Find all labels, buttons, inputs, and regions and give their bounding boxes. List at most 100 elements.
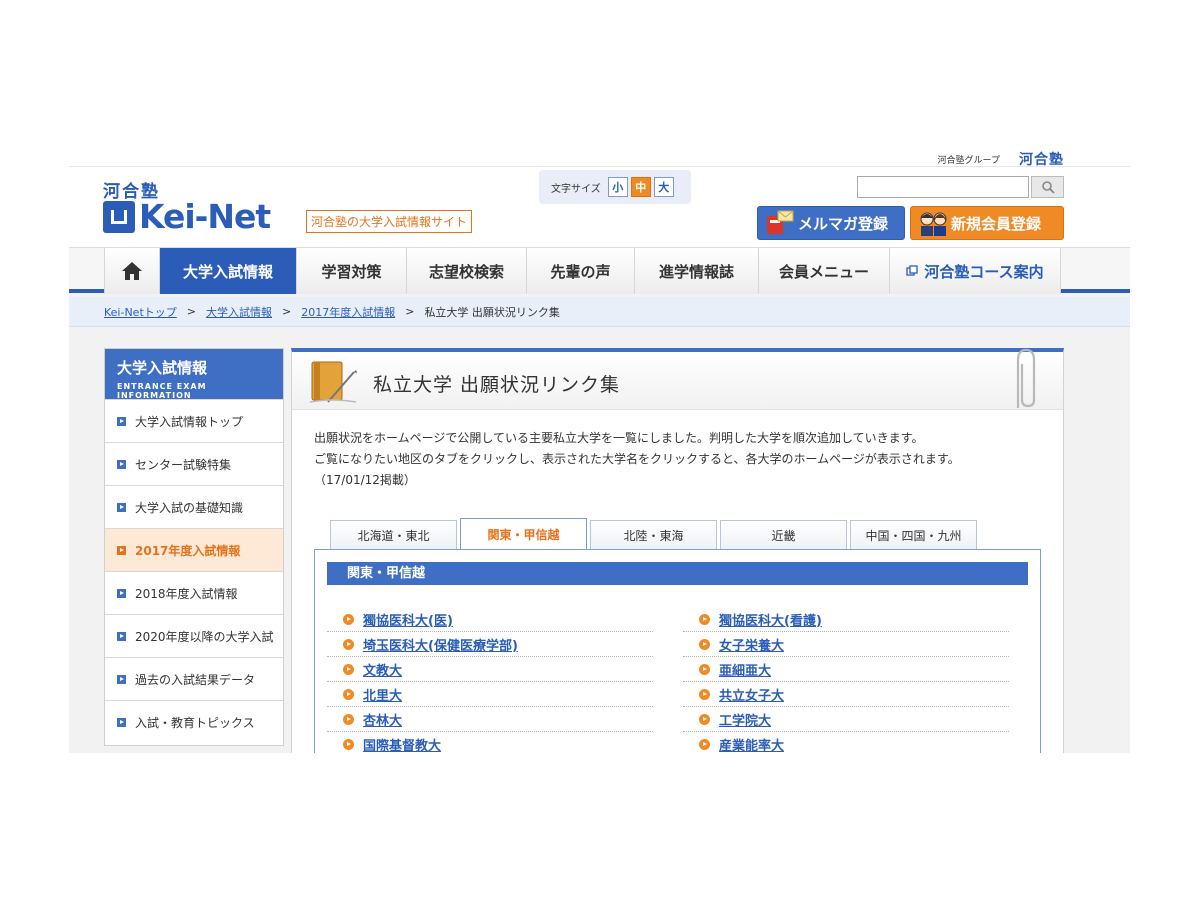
university-link[interactable]: 工学院大 (719, 710, 771, 729)
list-item: 埼玉医科大(保健医療学部) (327, 632, 653, 657)
tab-hokuriku-tokai[interactable]: 北陸・東海 (590, 520, 717, 550)
list-item: 女子栄養大 (683, 632, 1009, 657)
nav-entrance-exam[interactable]: 大学入試情報 (160, 248, 297, 294)
nav-home[interactable] (104, 248, 160, 294)
nav-school-search[interactable]: 志望校検索 (407, 248, 527, 294)
nav-study[interactable]: 学習対策 (297, 248, 407, 294)
university-link[interactable]: 杏林大 (363, 710, 402, 729)
logo-text: Kei-Net (139, 197, 271, 236)
sidebar-item-label: 2017年度入試情報 (135, 543, 241, 558)
sidebar-item-2017[interactable]: 2017年度入試情報 (105, 528, 283, 571)
university-link[interactable]: 埼玉医科大(保健医療学部) (363, 635, 518, 654)
sidebar-item-top[interactable]: 大学入試情報トップ (105, 399, 283, 442)
nav-magazine[interactable]: 進学情報誌 (635, 248, 759, 294)
font-size-medium-button[interactable]: 中 (630, 177, 651, 197)
search-input[interactable] (857, 176, 1029, 198)
university-link[interactable]: 共立女子大 (719, 685, 784, 704)
list-item: 亜細亜大 (683, 657, 1009, 682)
font-size-label: 文字サイズ (551, 183, 601, 195)
breadcrumb: Kei-Netトップ > 大学入試情報 > 2017年度入試情報 > 私立大学 … (69, 297, 1130, 327)
chevron-right-icon: > (282, 305, 292, 318)
university-list-left: 獨協医科大(医) 埼玉医科大(保健医療学部) 文教大 北里大 杏林大 国際基督教… (327, 607, 653, 753)
book-icon (309, 361, 357, 403)
tab-chugoku-shikoku-kyushu[interactable]: 中国・四国・九州 (850, 520, 977, 550)
external-window-icon (906, 265, 919, 276)
sidebar-item-label: 過去の入試結果データ (135, 672, 256, 687)
nav-course-label: 河合塾コース案内 (924, 262, 1044, 281)
university-link[interactable]: 亜細亜大 (719, 660, 771, 679)
font-size-small-button[interactable]: 小 (607, 177, 628, 197)
university-link[interactable]: 文教大 (363, 660, 402, 679)
arrow-circle-icon (343, 613, 354, 625)
students-icon (915, 209, 951, 237)
top-strip: 河合塾グループ 河合塾 (69, 147, 1130, 169)
site-header: 河合塾 Kei-Net 河合塾の大学入試情報サイト 文字サイズ 小 中 大 メル… (69, 167, 1130, 247)
intro-line: 出願状況をホームページで公開している主要私立大学を一覧にしました。判明した大学を… (314, 431, 924, 445)
chevron-right-icon: > (186, 305, 196, 318)
sidebar-item-past-data[interactable]: 過去の入試結果データ (105, 657, 283, 700)
sidebar-item-2020[interactable]: 2020年度以降の大学入試 (105, 614, 283, 657)
sidebar-subtitle: ENTRANCE EXAM INFORMATION (117, 382, 207, 400)
sidebar-item-label: 2020年度以降の大学入試 (135, 629, 274, 644)
list-item: 文教大 (327, 657, 653, 682)
panel-title: 関東・甲信越 (327, 562, 1028, 585)
global-nav: 大学入試情報 学習対策 志望校検索 先輩の声 進学情報誌 会員メニュー 河合塾コ… (69, 247, 1130, 294)
sidebar-item-2018[interactable]: 2018年度入試情報 (105, 571, 283, 614)
list-item: 工学院大 (683, 707, 1009, 732)
new-member-button[interactable]: 新規会員登録 (910, 206, 1064, 240)
list-item: 北里大 (327, 682, 653, 707)
sidebar-item-center-exam[interactable]: センター試験特集 (105, 442, 283, 485)
mail-magazine-button[interactable]: メルマガ登録 (757, 206, 905, 240)
sidebar-item-label: センター試験特集 (135, 457, 232, 472)
list-item: 獨協医科大(看護) (683, 607, 1009, 632)
list-item: 国際基督教大 (327, 732, 653, 753)
university-link[interactable]: 女子栄養大 (719, 635, 784, 654)
arrow-circle-icon (699, 738, 710, 750)
tab-hokkaido-tohoku[interactable]: 北海道・東北 (330, 520, 457, 550)
university-link[interactable]: 国際基督教大 (363, 735, 441, 754)
page-title-bar: 私立大学 出願状況リンク集 (292, 348, 1063, 410)
arrow-circle-icon (343, 688, 354, 700)
search-button[interactable] (1031, 176, 1064, 198)
university-link[interactable]: 北里大 (363, 685, 402, 704)
sidebar-item-label: 大学入試の基礎知識 (135, 500, 244, 515)
list-item: 共立女子大 (683, 682, 1009, 707)
sidebar-item-label: 大学入試情報トップ (135, 414, 244, 429)
arrow-bullet-icon (117, 502, 126, 512)
kei-net-logo[interactable]: Kei-Net (103, 197, 271, 236)
arrow-circle-icon (343, 713, 354, 725)
page-title: 私立大学 出願状況リンク集 (373, 374, 621, 396)
arrow-circle-icon (699, 638, 710, 650)
group-logo-link[interactable]: 河合塾 (1019, 149, 1064, 169)
new-member-label: 新規会員登録 (951, 214, 1042, 233)
font-size-large-button[interactable]: 大 (653, 177, 674, 197)
chevron-right-icon: > (405, 305, 415, 318)
tab-kinki[interactable]: 近畿 (720, 520, 847, 550)
nav-member-menu[interactable]: 会員メニュー (759, 248, 890, 294)
sidebar-item-topics[interactable]: 入試・教育トピックス (105, 700, 283, 743)
arrow-circle-icon (343, 738, 354, 750)
university-link[interactable]: 産業能率大 (719, 735, 784, 754)
university-link[interactable]: 獨協医科大(医) (363, 610, 453, 629)
tab-kanto-koshinetsu[interactable]: 関東・甲信越 (460, 518, 587, 550)
search-icon (1041, 181, 1055, 194)
nav-course-guide[interactable]: 河合塾コース案内 (890, 248, 1061, 294)
logo-mark-icon (103, 201, 135, 233)
breadcrumb-link[interactable]: 大学入試情報 (206, 304, 272, 320)
mail-magazine-label: メルマガ登録 (798, 214, 889, 233)
breadcrumb-link[interactable]: Kei-Netトップ (104, 304, 177, 320)
mailbox-icon (762, 209, 798, 237)
list-item: 獨協医科大(医) (327, 607, 653, 632)
region-panel: 関東・甲信越 獨協医科大(医) 埼玉医科大(保健医療学部) 文教大 北里大 杏林… (314, 549, 1041, 753)
arrow-bullet-icon (117, 545, 126, 555)
sidebar-item-basics[interactable]: 大学入試の基礎知識 (105, 485, 283, 528)
arrow-circle-icon (699, 713, 710, 725)
nav-senior-voice[interactable]: 先輩の声 (527, 248, 635, 294)
group-label: 河合塾グループ (937, 156, 1000, 166)
arrow-bullet-icon (117, 459, 126, 469)
arrow-circle-icon (699, 688, 710, 700)
university-link[interactable]: 獨協医科大(看護) (719, 610, 822, 629)
arrow-bullet-icon (117, 631, 126, 641)
main-content: 私立大学 出願状況リンク集 出願状況をホームページで公開している主要私立大学を一… (291, 348, 1064, 753)
breadcrumb-link[interactable]: 2017年度入試情報 (301, 304, 395, 320)
